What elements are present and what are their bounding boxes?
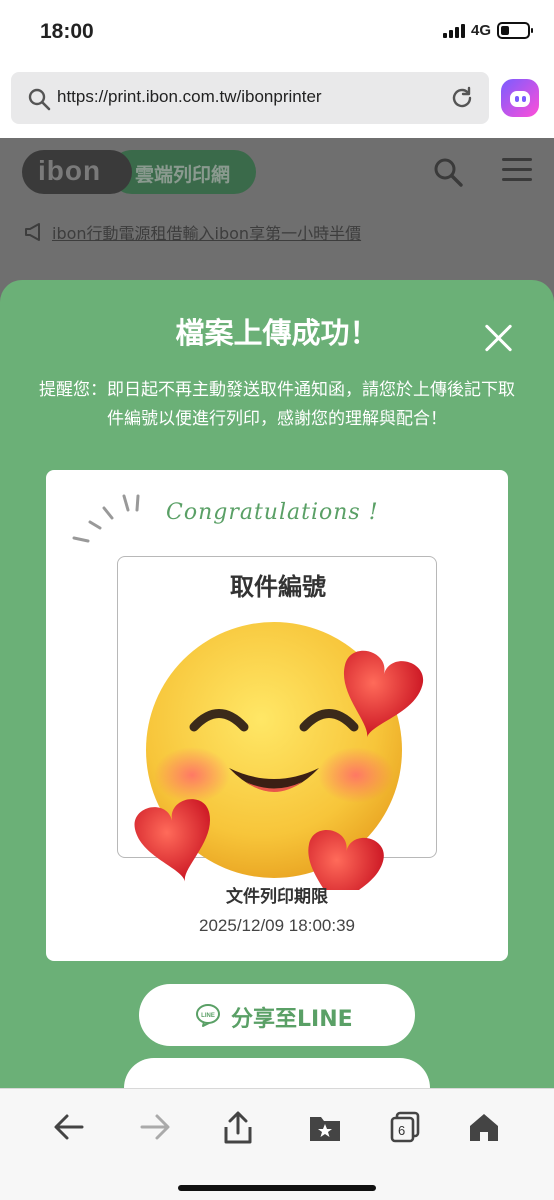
signal-icon xyxy=(442,23,465,38)
back-icon[interactable] xyxy=(52,1111,86,1143)
promo-link[interactable]: ibon行動電源租借輸入ibon享第一小時半價 xyxy=(24,220,361,244)
assistant-icon[interactable] xyxy=(501,79,539,117)
reload-icon[interactable] xyxy=(449,85,475,111)
address-bar[interactable]: https://print.ibon.com.tw/ibonprinter xyxy=(11,72,489,124)
network-label: 4G xyxy=(470,22,491,39)
share-line-button[interactable]: LINE 分享至LINE xyxy=(139,984,415,1046)
tab-count: 6 xyxy=(398,1123,406,1138)
site-logo-text: ibon xyxy=(38,155,102,186)
search-icon[interactable] xyxy=(432,156,464,188)
line-icon: LINE xyxy=(196,1004,220,1027)
svg-text:LINE: LINE xyxy=(201,1013,215,1019)
modal-title: 檔案上傳成功！ xyxy=(175,316,379,350)
congrats-text: Congratulations ! xyxy=(166,500,379,525)
pickup-card: Congratulations ! 取件編號 文件列印期限 2025/12/09… xyxy=(46,470,508,961)
home-icon[interactable] xyxy=(468,1111,500,1143)
forward-icon[interactable] xyxy=(138,1111,172,1143)
bookmarks-icon[interactable] xyxy=(308,1111,342,1143)
deadline-label: 文件列印期限 xyxy=(226,887,328,907)
share-icon[interactable] xyxy=(222,1111,254,1145)
status-time: 18:00 xyxy=(40,20,94,43)
browser-address-area: https://print.ibon.com.tw/ibonprinter xyxy=(0,64,554,138)
share-line-label: 分享至LINE xyxy=(231,1007,353,1032)
pickup-title: 取件編號 xyxy=(230,573,326,601)
menu-icon[interactable] xyxy=(502,158,532,188)
browser-toolbar: 6 xyxy=(0,1088,554,1200)
status-bar: 18:00 4G xyxy=(0,0,554,64)
url-text: https://print.ibon.com.tw/ibonprinter xyxy=(57,87,322,106)
home-indicator xyxy=(178,1185,376,1191)
status-indicators: 4G xyxy=(442,22,533,39)
close-icon[interactable] xyxy=(478,318,518,358)
battery-icon xyxy=(497,22,533,39)
search-icon xyxy=(28,88,51,111)
emoji-sticker xyxy=(134,622,424,890)
tabs-icon[interactable]: 6 xyxy=(390,1111,420,1143)
upload-success-modal: 檔案上傳成功！ 提醒您：即日起不再主動發送取件通知函，請您於上傳後記下取件編號以… xyxy=(0,280,554,1098)
site-header: 雲端列印網 ibon xyxy=(0,138,554,208)
deadline-value: 2025/12/09 18:00:39 xyxy=(199,916,355,935)
sparkle-lines-icon xyxy=(72,494,140,543)
modal-notice: 提醒您：即日起不再主動發送取件通知函，請您於上傳後記下取件編號以便進行列印，感謝… xyxy=(39,380,515,429)
